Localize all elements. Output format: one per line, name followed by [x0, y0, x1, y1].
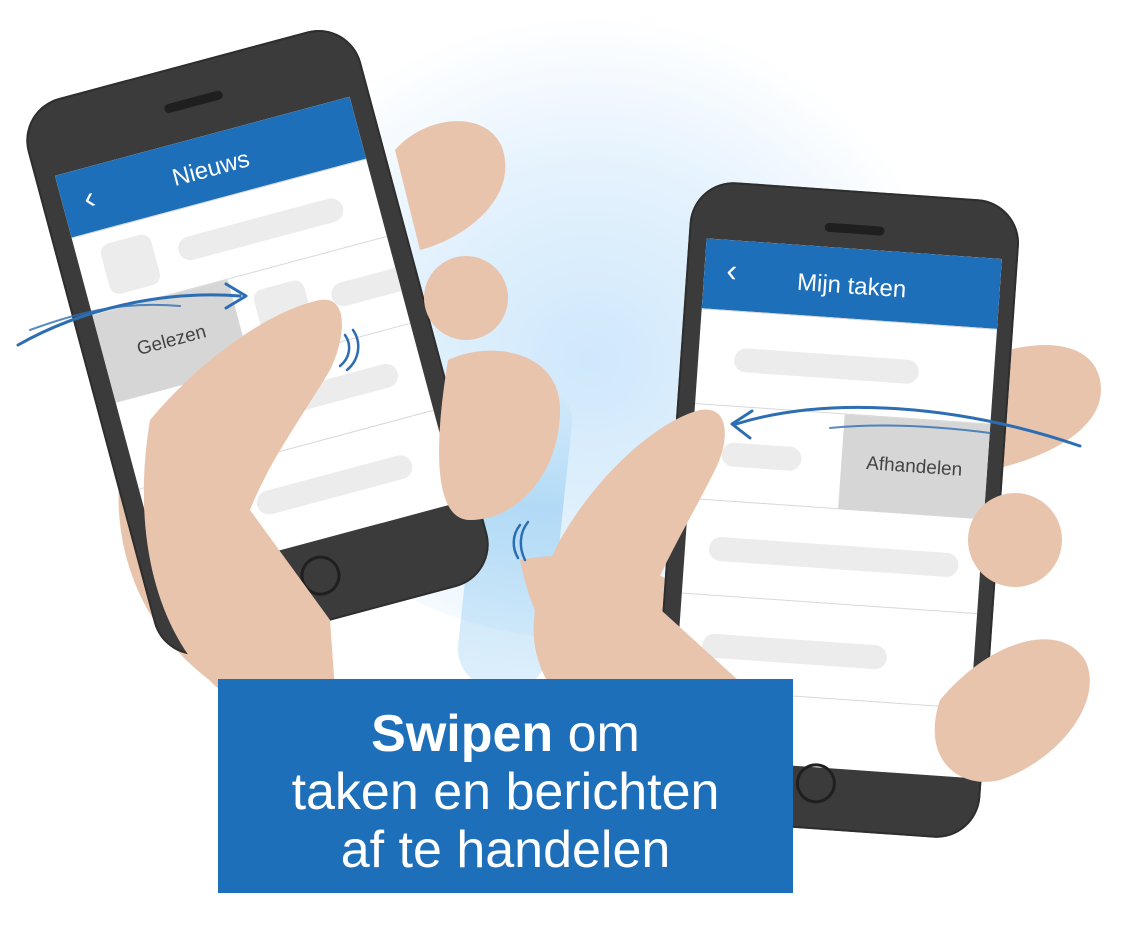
right-thumb [533, 409, 760, 720]
right-finger [934, 639, 1090, 782]
motion-lines-icon [512, 523, 522, 560]
left-thumb [143, 299, 342, 690]
left-finger [439, 350, 560, 520]
headline-line-3: af te handelen [340, 821, 671, 879]
right-finger-tip [968, 493, 1062, 587]
left-finger-tip [424, 256, 508, 340]
headline-banner: Swipen om taken en berichten af te hande… [218, 679, 793, 893]
headline-bold: Swipen [371, 705, 554, 763]
headline-line-2: taken en berichten [291, 763, 720, 821]
headline-line-1: Swipen om [218, 705, 793, 763]
motion-lines-icon [338, 333, 351, 368]
swipe-arrow-right-icon [16, 293, 242, 347]
headline-rest: om [553, 705, 640, 763]
